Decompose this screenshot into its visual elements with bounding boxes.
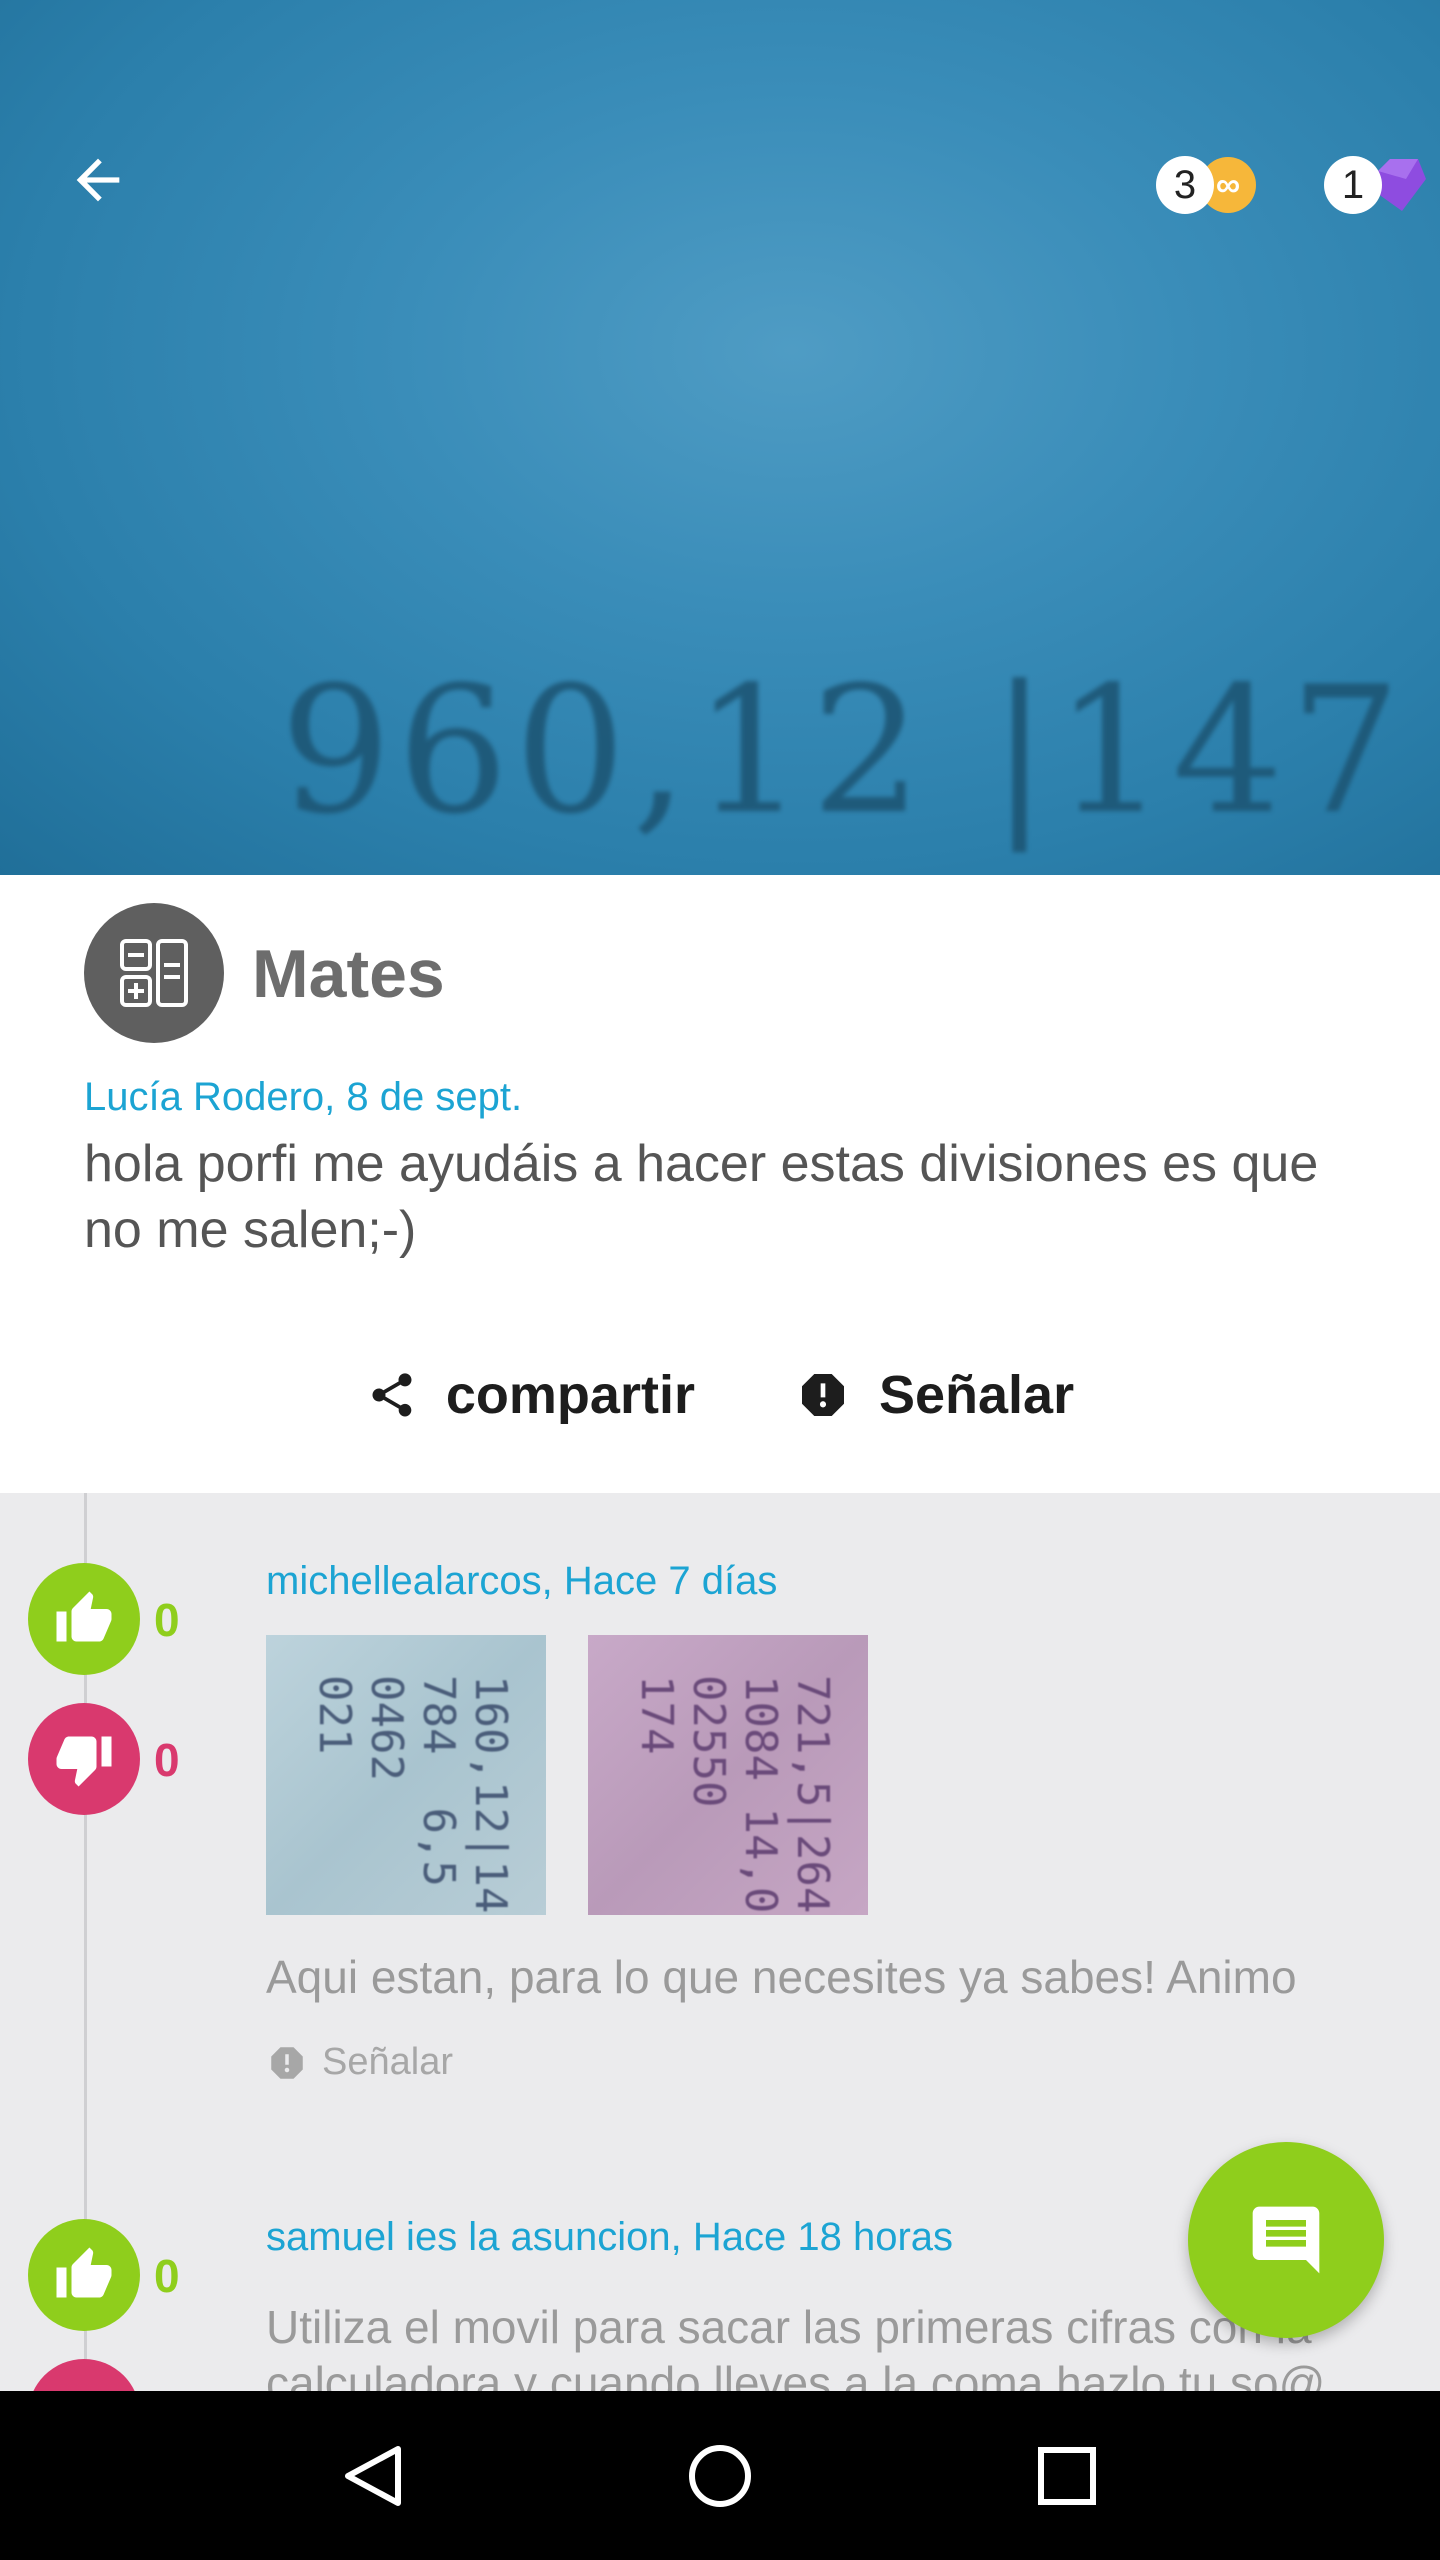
subject-avatar[interactable] (84, 903, 224, 1043)
report-button[interactable]: Señalar (795, 1364, 1074, 1426)
subject-name[interactable]: Mates (252, 935, 445, 1013)
arrow-back-icon (76, 158, 120, 202)
answer-image-content: 160,12|147 784 6,5 0462 021 (309, 1675, 516, 1915)
post-author-date[interactable]: Lucía Rodero, 8 de sept. (84, 1075, 522, 1120)
system-nav-bar (0, 2391, 1440, 2560)
question-photo[interactable]: 960,12 |147 3 ∞ 1 (0, 0, 1440, 875)
dislike-button[interactable] (28, 1703, 140, 1815)
question-card: Mates Lucía Rodero, 8 de sept. hola porf… (0, 875, 1440, 1493)
gem-badge[interactable]: 1 (1324, 155, 1426, 215)
question-text: hola porfi me ayudáis a hacer estas divi… (84, 1135, 1319, 1259)
dislike-count: 0 (154, 1734, 180, 1786)
nav-back-button[interactable] (313, 2416, 433, 2536)
answer-report-button[interactable]: Señalar (266, 2041, 453, 2084)
share-icon (372, 1373, 412, 1417)
thumb-up-icon (56, 1591, 112, 1642)
answer-image[interactable]: 721,5|264 1084 14,090 02550 174 (588, 1635, 868, 1915)
answer-author-date[interactable]: samuel ies la asuncion, Hace 18 horas (266, 2215, 953, 2260)
answer-report-label: Señalar (322, 2041, 453, 2083)
calculator-icon (120, 939, 188, 1007)
back-button[interactable] (58, 140, 138, 220)
answer-image-content: 721,5|264 1084 14,090 02550 174 (631, 1675, 838, 1915)
thumb-up-icon (56, 2247, 112, 2298)
report-icon (271, 2046, 303, 2079)
nav-recents-button[interactable] (1007, 2416, 1127, 2536)
triangle-back-icon (345, 2445, 402, 2506)
share-button[interactable]: compartir (366, 1364, 695, 1426)
like-count: 0 (154, 2250, 180, 2302)
answer-text: Aqui estan, para lo que necesites ya sab… (266, 1951, 1297, 2003)
circle-home-icon (688, 2444, 751, 2507)
report-label: Señalar (878, 1365, 1075, 1425)
thumb-down-icon (56, 1736, 112, 1787)
infinity-coin-badge[interactable]: 3 ∞ (1156, 155, 1256, 215)
like-count: 0 (154, 1594, 180, 1646)
answer-image[interactable]: 160,12|147 784 6,5 0462 021 (266, 1635, 546, 1915)
share-label: compartir (445, 1365, 695, 1425)
like-button[interactable] (28, 1563, 140, 1675)
report-icon (801, 1374, 844, 1416)
like-button[interactable] (28, 2219, 140, 2331)
comment-icon (1252, 2206, 1320, 2274)
coin-count: 3 (1156, 156, 1214, 214)
gem-count: 1 (1324, 156, 1382, 214)
square-recents-icon (1037, 2446, 1096, 2505)
post-actions: compartir Señalar (0, 1345, 1440, 1445)
answer-fab-button[interactable] (1188, 2142, 1384, 2338)
dislike-button[interactable] (28, 2359, 140, 2391)
answer-author-date[interactable]: michellealarcos, Hace 7 días (266, 1559, 777, 1604)
nav-home-button[interactable] (660, 2416, 780, 2536)
photo-handwriting: 960,12 |147 (280, 650, 1407, 853)
